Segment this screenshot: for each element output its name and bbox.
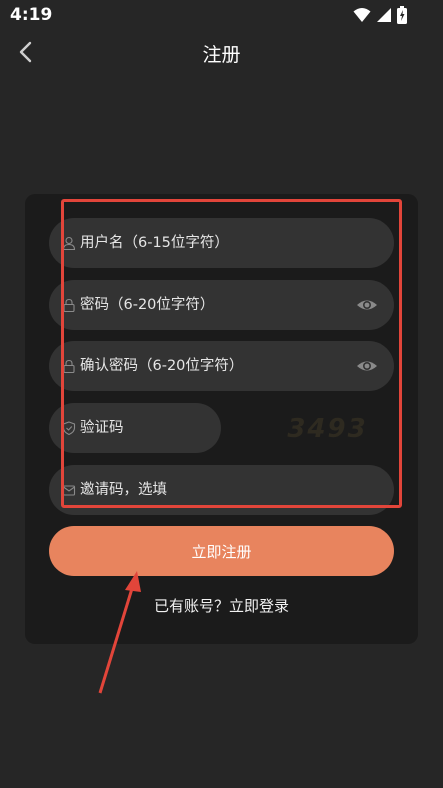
password-field [49, 280, 394, 330]
invite-icon [62, 485, 76, 496]
status-time: 4:19 [10, 5, 53, 25]
invite-code-input[interactable] [80, 465, 340, 515]
register-button[interactable]: 立即注册 [49, 526, 394, 576]
confirm-password-input[interactable] [80, 341, 340, 391]
confirm-password-field [49, 341, 394, 391]
shield-icon [62, 421, 76, 435]
header: 注册 [0, 30, 443, 76]
login-link[interactable]: 已有账号？立即登录 [0, 595, 443, 616]
password-input[interactable] [80, 280, 340, 330]
eye-icon[interactable] [356, 296, 378, 314]
cellular-signal-icon [377, 8, 391, 22]
invite-code-field [49, 465, 394, 515]
eye-icon[interactable] [356, 357, 378, 375]
username-field [49, 218, 394, 268]
captcha-input[interactable] [80, 403, 210, 453]
lock-icon [63, 298, 75, 312]
battery-icon [397, 6, 407, 24]
status-icons [353, 6, 407, 24]
page-title: 注册 [202, 44, 241, 66]
wifi-icon [353, 8, 371, 22]
status-bar: 4:19 [0, 0, 443, 30]
captcha-field [49, 403, 221, 453]
lock-icon [63, 359, 75, 373]
user-icon [62, 236, 76, 250]
username-input[interactable] [80, 218, 340, 268]
captcha-image[interactable]: 3493 [280, 407, 375, 451]
